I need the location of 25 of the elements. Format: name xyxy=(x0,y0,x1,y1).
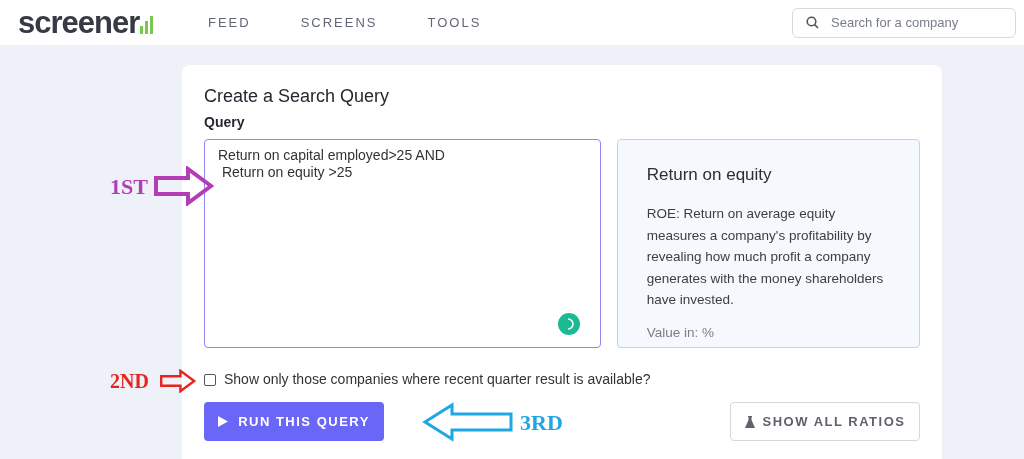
checkbox-label: Show only those companies where recent quarter result is available? xyxy=(224,370,651,389)
play-icon xyxy=(218,416,229,427)
arrow-icon xyxy=(153,166,214,206)
logo[interactable]: screener xyxy=(18,7,140,38)
arrow-icon xyxy=(422,402,514,442)
search-icon xyxy=(806,16,819,29)
annotation-label: 1ST xyxy=(110,172,148,201)
card-title: Create a Search Query xyxy=(204,85,391,107)
search-field[interactable]: Search for a company xyxy=(792,7,1016,38)
flask-icon xyxy=(744,415,755,428)
info-title: Return on equity xyxy=(646,165,773,185)
query-field[interactable]: Return on capital employed>25 AND Return on equity >25 xyxy=(204,139,601,348)
show-all-ratios-button[interactable]: SHOW ALL RATIOS xyxy=(730,402,920,441)
nav-link[interactable]: TOOLS xyxy=(427,12,482,33)
info-description: ROE: Return on average equity measures a company's profitability by revealing how much profit a company generates with the money shareholders have invested. xyxy=(646,205,885,309)
bar-chart-icon xyxy=(140,15,155,34)
nav-link[interactable]: FEED xyxy=(208,12,251,33)
query-label: Query xyxy=(204,113,246,131)
nav-link[interactable]: SCREENS xyxy=(300,12,378,33)
unit-text: Value in: % xyxy=(646,323,716,342)
spinner-icon xyxy=(557,313,580,335)
annotation-label: 3RD xyxy=(520,408,563,437)
run-query-button[interactable]: RUN THIS QUERY xyxy=(204,402,384,441)
checkbox[interactable] xyxy=(204,373,216,386)
annotation-label: 2ND xyxy=(110,369,149,394)
